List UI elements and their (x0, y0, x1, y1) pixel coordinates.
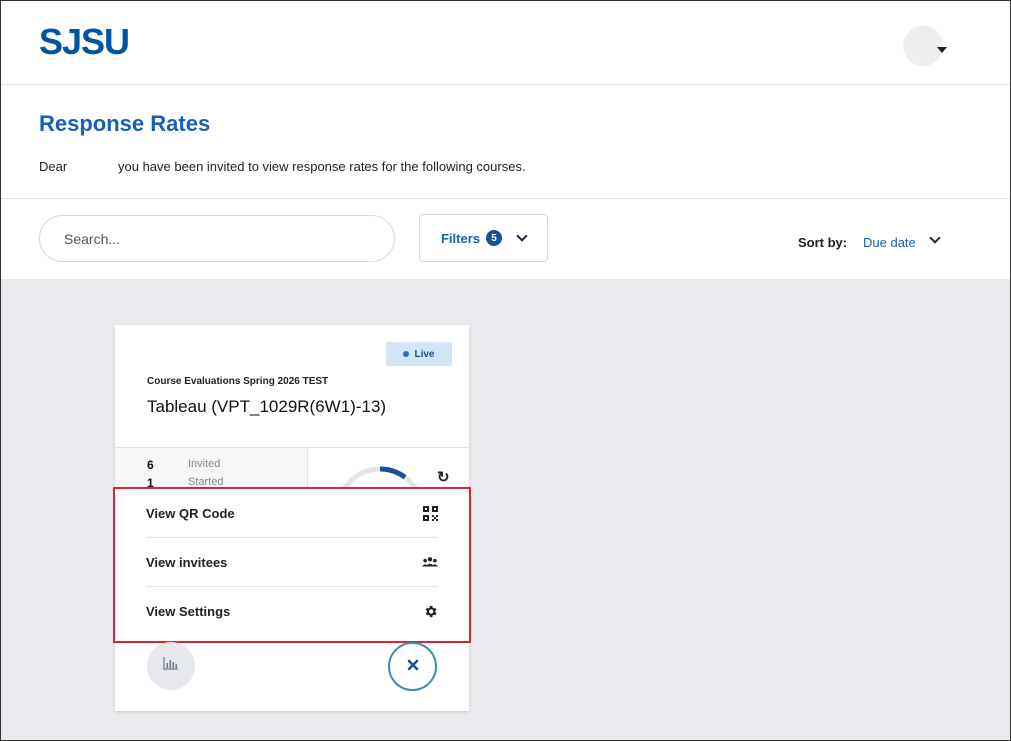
page-title: Response Rates (39, 111, 211, 136)
page-header: Response Rates Dear you have been invite… (1, 86, 1010, 199)
card-action-menu: View QR Code View invitees View Settings (113, 487, 471, 643)
sort-select[interactable]: Due date (863, 235, 916, 250)
menu-item-label: View QR Code (146, 505, 235, 521)
qr-code-icon (422, 505, 438, 521)
chevron-down-icon (516, 230, 528, 242)
bar-chart-icon (163, 657, 179, 675)
close-menu-button[interactable] (388, 642, 437, 691)
user-avatar[interactable] (903, 26, 943, 66)
refresh-icon[interactable]: ↻ (437, 468, 450, 486)
invitation-text: you have been invited to view response r… (118, 159, 526, 174)
sort-label: Sort by: (798, 235, 848, 250)
close-icon (407, 658, 419, 676)
filter-toolbar: Filters 5 Sort by: Due date (1, 200, 1010, 279)
view-invitees-menu-item[interactable]: View invitees (146, 538, 438, 587)
filters-count-badge: 5 (486, 230, 502, 246)
menu-item-label: View invitees (146, 554, 228, 570)
invited-label: Invited (188, 458, 221, 470)
greeting: Dear (39, 159, 68, 174)
avatar-menu-caret-icon[interactable] (937, 47, 947, 53)
sjsu-logo[interactable]: SJSU (39, 21, 130, 63)
top-bar: SJSU (1, 1, 1010, 85)
sort-chevron-down-icon[interactable] (929, 232, 941, 244)
status-label: Live (414, 348, 435, 360)
status-badge: Live (386, 342, 452, 366)
gauge-fill (379, 466, 407, 480)
gear-icon (422, 604, 438, 620)
invited-count: 6 (147, 458, 154, 472)
view-qr-code-menu-item[interactable]: View QR Code (146, 489, 438, 538)
view-settings-menu-item[interactable]: View Settings (146, 587, 438, 636)
filters-button[interactable]: Filters 5 (419, 214, 548, 262)
course-evaluation-name: Course Evaluations Spring 2026 TEST (147, 376, 329, 387)
course-title: Tableau (VPT_1029R(6W1)-13) (147, 397, 387, 416)
live-dot-icon (403, 351, 410, 357)
filters-label: Filters (440, 230, 480, 246)
search-input[interactable] (39, 215, 395, 262)
users-icon (422, 554, 438, 570)
menu-item-label: View Settings (146, 604, 231, 619)
view-report-button[interactable] (147, 642, 195, 690)
